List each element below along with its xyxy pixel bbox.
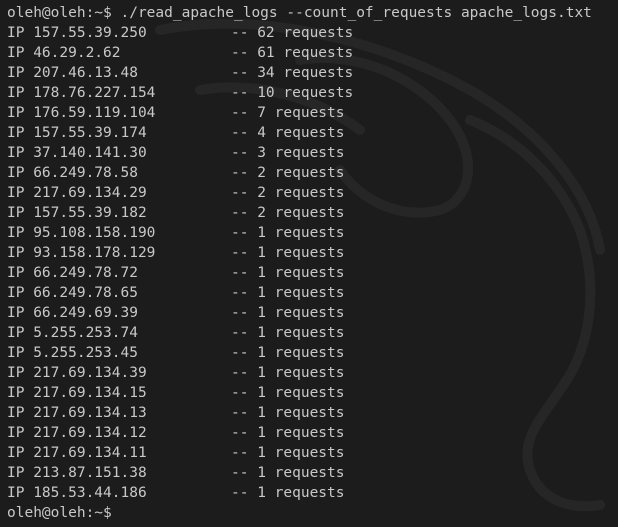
terminal-output[interactable]: oleh@oleh:~$ ./read_apache_logs --count_… <box>7 3 618 523</box>
output-line: IP 217.69.134.11 -- 1 requests <box>7 443 618 463</box>
final-prompt-line[interactable]: oleh@oleh:~$ <box>7 503 618 523</box>
output-line: IP 207.46.13.48 -- 34 requests <box>7 63 618 83</box>
output-line: IP 157.55.39.182 -- 2 requests <box>7 203 618 223</box>
request-count: -- 10 requests <box>231 85 354 101</box>
ip-address: IP 66.249.78.72 <box>7 265 138 281</box>
command-text: ./read_apache_logs --count_of_requests a… <box>111 5 592 21</box>
request-count: -- 3 requests <box>231 145 345 161</box>
output-line: IP 217.69.134.13 -- 1 requests <box>7 403 618 423</box>
request-count: -- 1 requests <box>231 245 345 261</box>
request-count: -- 1 requests <box>231 305 345 321</box>
request-count: -- 1 requests <box>231 445 345 461</box>
output-line: IP 66.249.78.58 -- 2 requests <box>7 163 618 183</box>
output-line: IP 217.69.134.29 -- 2 requests <box>7 183 618 203</box>
request-count: -- 7 requests <box>231 105 345 121</box>
ip-address: IP 95.108.158.190 <box>7 225 156 241</box>
output-line: IP 178.76.227.154 -- 10 requests <box>7 83 618 103</box>
output-line: IP 213.87.151.38 -- 1 requests <box>7 463 618 483</box>
request-count: -- 1 requests <box>231 325 345 341</box>
output-line: IP 217.69.134.15 -- 1 requests <box>7 383 618 403</box>
ip-address: IP 66.249.78.58 <box>7 165 138 181</box>
ip-address: IP 46.29.2.62 <box>7 45 121 61</box>
ip-address: IP 93.158.178.129 <box>7 245 156 261</box>
ip-address: IP 37.140.141.30 <box>7 145 147 161</box>
output-line: IP 157.55.39.250 -- 62 requests <box>7 23 618 43</box>
ip-address: IP 176.59.119.104 <box>7 105 156 121</box>
output-line: IP 37.140.141.30 -- 3 requests <box>7 143 618 163</box>
request-count: -- 1 requests <box>231 225 345 241</box>
output-line: IP 66.249.69.39 -- 1 requests <box>7 303 618 323</box>
request-count: -- 62 requests <box>231 25 354 41</box>
output-line: IP 5.255.253.45 -- 1 requests <box>7 343 618 363</box>
ip-address: IP 5.255.253.74 <box>7 325 138 341</box>
request-count: -- 1 requests <box>231 365 345 381</box>
request-count: -- 1 requests <box>231 465 345 481</box>
request-count: -- 1 requests <box>231 385 345 401</box>
ip-address: IP 213.87.151.38 <box>7 465 147 481</box>
request-count: -- 4 requests <box>231 125 345 141</box>
ip-address: IP 66.249.78.65 <box>7 285 138 301</box>
ip-address: IP 217.69.134.39 <box>7 365 147 381</box>
request-count: -- 2 requests <box>231 185 345 201</box>
request-count: -- 61 requests <box>231 45 354 61</box>
ip-address: IP 217.69.134.12 <box>7 425 147 441</box>
ip-address: IP 66.249.69.39 <box>7 305 138 321</box>
ip-address: IP 157.55.39.250 <box>7 25 147 41</box>
ip-address: IP 217.69.134.15 <box>7 385 147 401</box>
ip-address: IP 185.53.44.186 <box>7 485 147 501</box>
output-line: IP 66.249.78.72 -- 1 requests <box>7 263 618 283</box>
output-line: IP 176.59.119.104 -- 7 requests <box>7 103 618 123</box>
ip-address: IP 207.46.13.48 <box>7 65 138 81</box>
prompt: oleh@oleh:~$ <box>7 5 112 21</box>
ip-address: IP 178.76.227.154 <box>7 85 156 101</box>
output-line: IP 5.255.253.74 -- 1 requests <box>7 323 618 343</box>
ip-address: IP 217.69.134.11 <box>7 445 147 461</box>
request-count: -- 1 requests <box>231 345 345 361</box>
command-line: oleh@oleh:~$ ./read_apache_logs --count_… <box>7 3 618 23</box>
output-line: IP 217.69.134.12 -- 1 requests <box>7 423 618 443</box>
output-line: IP 66.249.78.65 -- 1 requests <box>7 283 618 303</box>
output-line: IP 217.69.134.39 -- 1 requests <box>7 363 618 383</box>
request-count: -- 1 requests <box>231 425 345 441</box>
ip-address: IP 157.55.39.174 <box>7 125 147 141</box>
ip-address: IP 217.69.134.13 <box>7 405 147 421</box>
request-count: -- 2 requests <box>231 205 345 221</box>
request-count: -- 2 requests <box>231 165 345 181</box>
output-line: IP 95.108.158.190 -- 1 requests <box>7 223 618 243</box>
ip-address: IP 217.69.134.29 <box>7 185 147 201</box>
output-line: IP 185.53.44.186 -- 1 requests <box>7 483 618 503</box>
output-line: IP 93.158.178.129 -- 1 requests <box>7 243 618 263</box>
final-prompt: oleh@oleh:~$ <box>7 505 112 521</box>
output-line: IP 46.29.2.62 -- 61 requests <box>7 43 618 63</box>
request-count: -- 1 requests <box>231 285 345 301</box>
request-count: -- 34 requests <box>231 65 354 81</box>
request-count: -- 1 requests <box>231 265 345 281</box>
ip-address: IP 5.255.253.45 <box>7 345 138 361</box>
output-line: IP 157.55.39.174 -- 4 requests <box>7 123 618 143</box>
request-count: -- 1 requests <box>231 405 345 421</box>
output-rows: IP 157.55.39.250 -- 62 requests IP 46.29.2… <box>7 23 618 503</box>
request-count: -- 1 requests <box>231 485 345 501</box>
ip-address: IP 157.55.39.182 <box>7 205 147 221</box>
